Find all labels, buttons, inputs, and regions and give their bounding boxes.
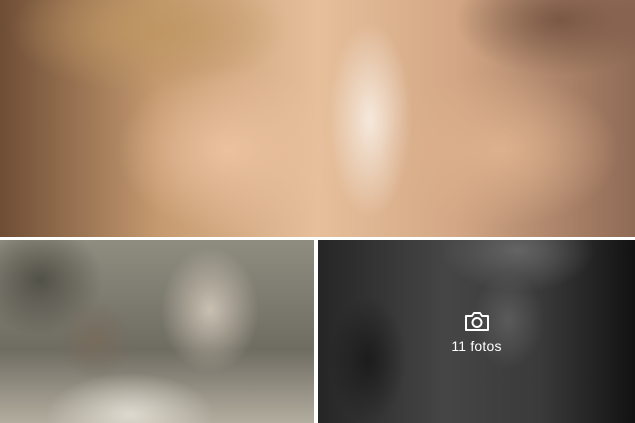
gallery-photo-secondary[interactable] — [0, 240, 314, 423]
gallery-photo-more[interactable]: 11 fotos — [318, 240, 635, 423]
gallery-photo-main[interactable] — [0, 0, 635, 237]
camera-icon — [464, 311, 489, 331]
more-photos-overlay[interactable]: 11 fotos — [318, 240, 635, 423]
photo-count-label: 11 fotos — [451, 337, 502, 354]
photo-gallery: 11 fotos — [0, 0, 635, 423]
